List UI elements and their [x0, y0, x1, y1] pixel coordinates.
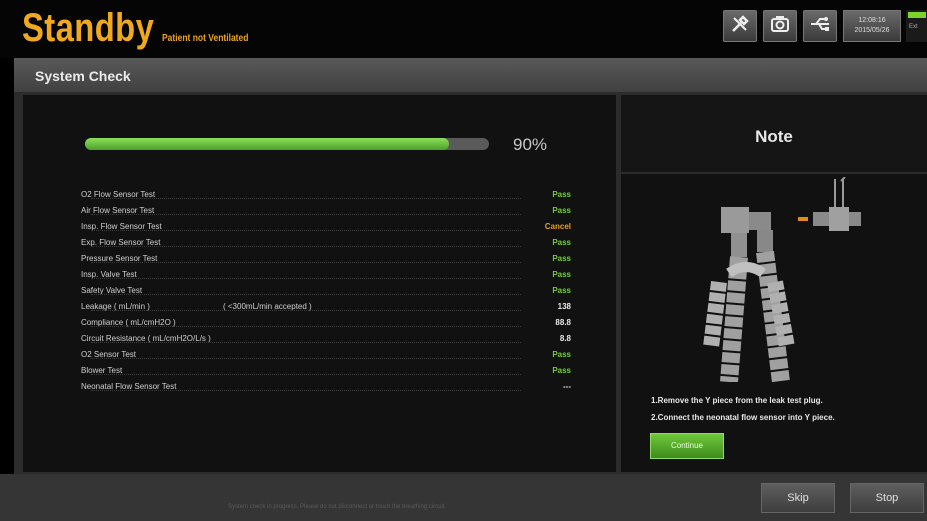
test-row: O2 Sensor Test Pass	[81, 347, 571, 363]
panel-header: System Check	[14, 58, 927, 92]
date-time-display[interactable]: 12:08:16 2015/05/26	[843, 10, 901, 42]
test-result: Pass	[552, 286, 571, 295]
test-result: 8.8	[559, 334, 571, 343]
battery-level-icon	[908, 12, 926, 18]
panel-title: System Check	[35, 68, 131, 84]
battery-indicator: Ext	[906, 10, 927, 42]
stop-button[interactable]: Stop	[850, 483, 924, 513]
mode-title: Standby	[22, 6, 155, 50]
skip-button[interactable]: Skip	[761, 483, 835, 513]
test-result: Pass	[552, 270, 571, 279]
test-row: Pressure Sensor Test Pass	[81, 251, 571, 267]
instruction-2: 2.Connect the neonatal flow sensor into …	[651, 413, 835, 422]
test-row: Compliance ( mL/cmH2O ) 88.8	[81, 315, 571, 331]
test-result: Pass	[552, 190, 571, 199]
test-result: Pass	[552, 350, 571, 359]
test-row: Exp. Flow Sensor Test Pass	[81, 235, 571, 251]
tools-icon	[730, 14, 750, 39]
test-row: Circuit Resistance ( mL/cmH2O/L/s ) 8.8	[81, 331, 571, 347]
note-area: Note 1.Remove the Y piece from the leak …	[621, 95, 927, 472]
tools-button[interactable]	[723, 10, 757, 42]
test-row: Insp. Flow Sensor Test Cancel	[81, 219, 571, 235]
leader-dots	[91, 294, 521, 295]
leader-dots	[91, 246, 521, 247]
date-text: 2015/05/26	[854, 27, 890, 34]
leader-dots	[91, 278, 521, 279]
test-row: Blower Test Pass	[81, 363, 571, 379]
test-row: Safety Valve Test Pass	[81, 283, 571, 299]
instruction-1: 1.Remove the Y piece from the leak test …	[651, 396, 823, 405]
leader-dots	[91, 390, 521, 391]
leader-dots	[91, 230, 521, 231]
test-row: Neonatal Flow Sensor Test ---	[81, 379, 571, 395]
test-result: Pass	[552, 238, 571, 247]
screenshot-button[interactable]	[763, 10, 797, 42]
test-result: 88.8	[555, 318, 571, 327]
footer-message: System check in progress. Please do not …	[228, 504, 447, 510]
leader-dots	[91, 198, 521, 199]
ventilation-status: Patient not Ventilated	[162, 33, 249, 44]
time-text: 12:08:16	[858, 17, 886, 24]
leader-dots	[91, 374, 521, 375]
progress-fill	[85, 138, 449, 150]
test-result: Pass	[552, 206, 571, 215]
top-header: Standby Patient not Ventilated 12:08:16 …	[0, 0, 927, 58]
test-row: Insp. Valve Test Pass	[81, 267, 571, 283]
usb-button[interactable]	[803, 10, 837, 42]
note-header: Note	[621, 95, 927, 174]
leader-dots	[91, 214, 521, 215]
test-result: Pass	[552, 366, 571, 375]
leader-dots	[91, 358, 521, 359]
test-result: Cancel	[544, 222, 571, 231]
test-result: Pass	[552, 254, 571, 263]
test-row: O2 Flow Sensor Test Pass	[81, 187, 571, 203]
note-title: Note	[755, 127, 793, 146]
test-results-area: 90% O2 Flow Sensor Test Pass Air Flow Sens…	[23, 95, 616, 472]
test-result: ---	[563, 382, 571, 391]
test-row: Air Flow Sensor Test Pass	[81, 203, 571, 219]
leader-dots	[91, 326, 521, 327]
footer-bar: System check in progress. Please do not …	[0, 474, 927, 521]
leader-dots	[91, 310, 521, 311]
progress-percent: 90%	[513, 135, 548, 154]
continue-button[interactable]: Continue	[650, 433, 724, 459]
test-row: Leakage ( mL/min )( <300mL/min accepted …	[81, 299, 571, 315]
usb-icon	[809, 16, 831, 37]
test-result: 138	[557, 302, 571, 311]
leader-dots	[91, 342, 521, 343]
power-source-label: Ext	[909, 24, 918, 30]
leader-dots	[91, 262, 521, 263]
camera-icon	[770, 15, 790, 38]
progress-bar	[85, 138, 489, 150]
breathing-circuit-illustration	[703, 177, 861, 382]
